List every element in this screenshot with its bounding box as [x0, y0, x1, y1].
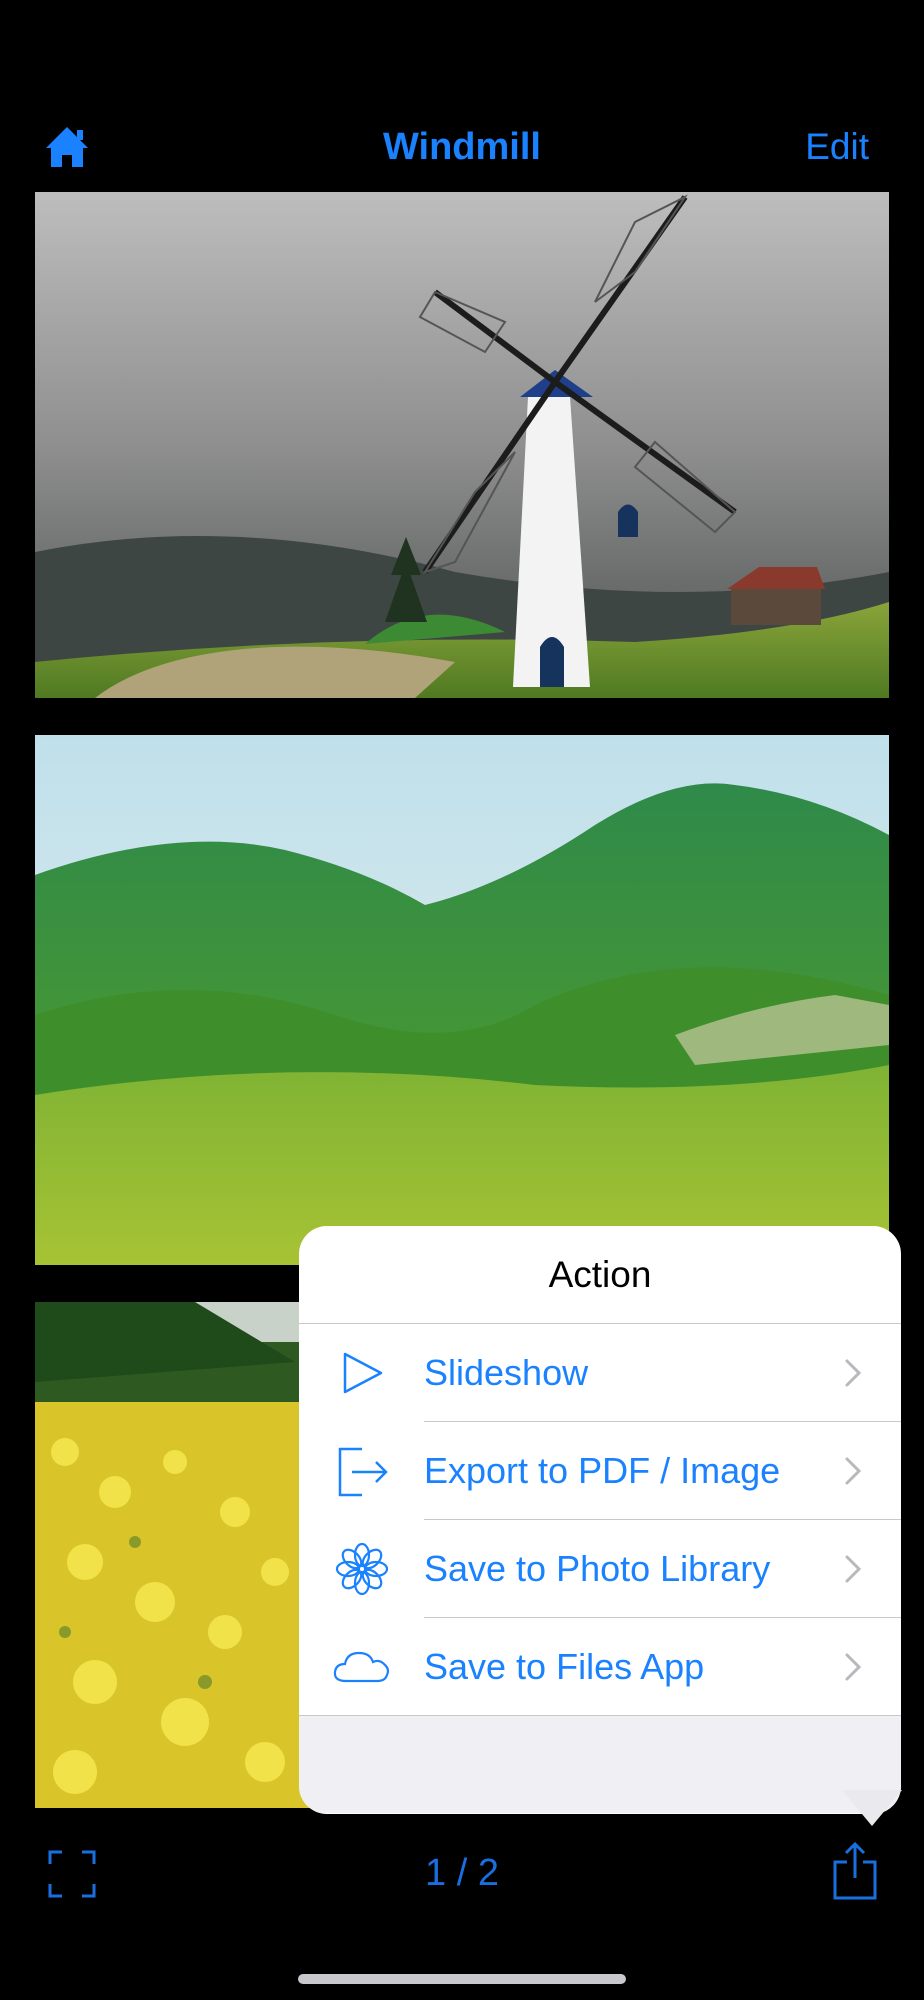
action-sheet-header: Action [299, 1226, 901, 1324]
slideshow-label: Slideshow [424, 1352, 589, 1393]
bottom-toolbar: 1 / 2 [0, 1840, 924, 1910]
photos-flower-icon [327, 1534, 397, 1604]
edit-button[interactable]: Edit [805, 126, 869, 168]
action-sheet-footer [299, 1716, 901, 1813]
save-photo-library-row[interactable]: Save to Photo Library [299, 1520, 901, 1618]
home-indicator [298, 1974, 626, 1984]
save-files-app-row[interactable]: Save to Files App [299, 1618, 901, 1716]
save-files-app-label: Save to Files App [424, 1646, 705, 1687]
photo-green-hills[interactable] [35, 735, 889, 1265]
action-sheet-title: Action [548, 1253, 652, 1295]
export-label: Export to PDF / Image [424, 1450, 781, 1491]
popover-arrow [842, 1790, 902, 1826]
cloud-icon [327, 1632, 397, 1702]
action-sheet: Action Slideshow Export to PDF / Image S… [299, 1226, 901, 1814]
export-icon [327, 1436, 397, 1506]
chevron-right-icon [845, 1359, 862, 1387]
chevron-right-icon [845, 1653, 862, 1681]
export-pdf-image-row[interactable]: Export to PDF / Image [299, 1422, 901, 1520]
share-icon[interactable] [830, 1840, 880, 1902]
chevron-right-icon [845, 1555, 862, 1583]
page-title: Windmill [383, 126, 541, 168]
save-photo-library-label: Save to Photo Library [424, 1548, 771, 1589]
photo-windmill[interactable] [35, 192, 889, 698]
chevron-right-icon [845, 1457, 862, 1485]
slideshow-row[interactable]: Slideshow [299, 1324, 901, 1422]
page-indicator: 1 / 2 [425, 1852, 499, 1894]
play-icon [327, 1338, 397, 1408]
navigation-bar: Windmill Edit [0, 110, 924, 190]
